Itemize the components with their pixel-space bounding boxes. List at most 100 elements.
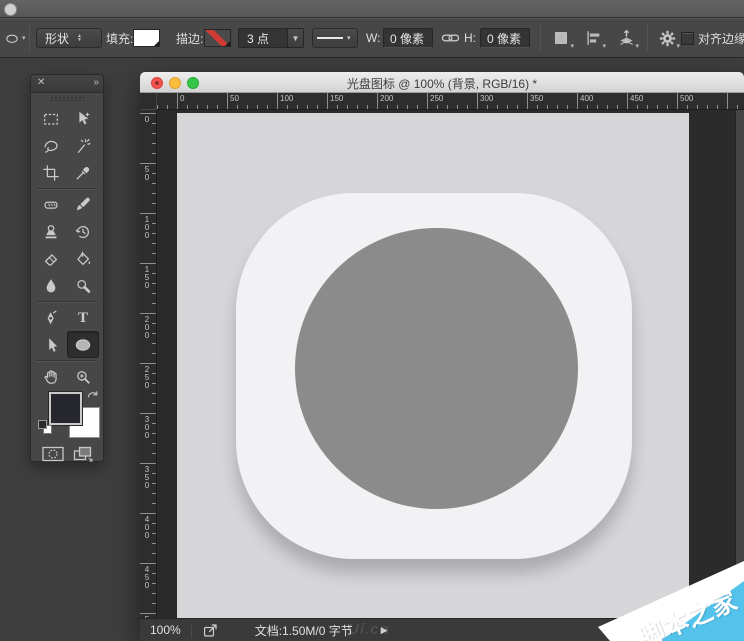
ruler-tick <box>357 105 358 109</box>
tool-history-brush[interactable] <box>67 218 99 245</box>
ruler-tick <box>152 393 156 394</box>
separator <box>191 623 192 638</box>
ruler-label: 500 <box>680 94 693 103</box>
default-colors-icon[interactable] <box>38 420 52 434</box>
tool-type[interactable]: T <box>67 304 99 331</box>
ruler-tick <box>387 105 388 109</box>
ruler-corner[interactable] <box>140 93 157 110</box>
tools-panel-header[interactable]: ✕ » <box>31 75 103 93</box>
tool-zoom[interactable] <box>67 363 99 390</box>
tool-eraser[interactable] <box>35 245 67 272</box>
width-value: 0 像素 <box>383 28 433 48</box>
ruler-tick <box>237 105 238 109</box>
ruler-label: 5 0 <box>143 166 151 182</box>
ruler-label: 3 5 0 <box>143 466 151 490</box>
tool-blur[interactable] <box>35 272 67 299</box>
path-operations-button[interactable]: ▾ <box>548 19 574 57</box>
ruler-label: 100 <box>280 94 293 103</box>
ruler-tick <box>317 105 318 109</box>
stroke-swatch[interactable] <box>204 19 231 57</box>
link-dimensions-button[interactable] <box>441 19 460 57</box>
ruler-label: 2 0 0 <box>143 316 151 340</box>
tool-hand[interactable] <box>35 363 67 390</box>
ruler-tick <box>667 105 668 109</box>
color-swatches <box>31 390 103 442</box>
tool-clone-stamp[interactable] <box>35 218 67 245</box>
app-titlebar-strip <box>0 0 744 18</box>
spot-healing-icon <box>42 196 60 214</box>
tool-lasso[interactable] <box>35 132 67 159</box>
ruler-tick <box>477 93 478 109</box>
chevron-down-icon: ▾ <box>22 34 26 42</box>
tool-rectangular-marquee[interactable] <box>35 105 67 132</box>
share-icon[interactable] <box>202 622 219 639</box>
document-window: 光盘图标 @ 100% (背景, RGB/16) * 0501001502002… <box>140 72 744 641</box>
panel-grip[interactable] <box>31 93 103 103</box>
ruler-label: 400 <box>580 94 593 103</box>
canvas-area[interactable] <box>157 110 744 618</box>
tool-ellipse-shape[interactable] <box>67 331 99 358</box>
vertical-ruler[interactable]: 05 01 0 01 5 02 0 02 5 03 0 03 5 04 0 04… <box>140 110 157 618</box>
ellipse-preset-icon <box>3 30 21 46</box>
tool-path-selection[interactable] <box>35 331 67 358</box>
close-icon[interactable]: ✕ <box>37 77 45 88</box>
ruler-tick <box>297 105 298 109</box>
zoom-level-field[interactable]: 100% <box>140 623 191 637</box>
document-titlebar[interactable]: 光盘图标 @ 100% (背景, RGB/16) * <box>140 72 744 93</box>
type-icon: T <box>78 309 88 327</box>
brush-icon <box>74 196 92 214</box>
tool-preset-picker[interactable]: ▾ <box>3 19 26 57</box>
tool-brush[interactable] <box>67 191 99 218</box>
path-arrange-button[interactable]: ▾ <box>613 19 639 57</box>
horizontal-ruler[interactable]: 050100150200250300350400450500 <box>157 93 744 110</box>
document-info: 文档:1.50M/0 字节 <box>255 622 353 639</box>
tool-eyedropper[interactable] <box>67 159 99 186</box>
shape-mode-dropdown[interactable]: 形状 ▲▼ <box>36 19 102 57</box>
ruler-tick <box>177 93 178 109</box>
ruler-tick <box>152 523 156 524</box>
ruler-label: 450 <box>630 94 643 103</box>
ruler-tick <box>152 253 156 254</box>
path-align-button[interactable]: ▾ <box>580 19 606 57</box>
ruler-tick <box>140 413 156 414</box>
move-icon <box>74 110 92 128</box>
pen-icon <box>42 309 60 327</box>
tool-paint-bucket[interactable] <box>67 245 99 272</box>
quick-mask-button[interactable] <box>41 445 65 463</box>
tool-pen[interactable] <box>35 304 67 331</box>
tool-magic-wand[interactable] <box>67 132 99 159</box>
ruler-tick <box>152 133 156 134</box>
ruler-tick <box>152 323 156 324</box>
ruler-label: 150 <box>330 94 343 103</box>
dodge-icon <box>74 277 92 295</box>
stroke-width-combo[interactable]: 3 点 ▼ <box>238 19 304 57</box>
ruler-tick <box>717 105 718 109</box>
stroke-type-dropdown[interactable]: ▾ <box>312 19 358 57</box>
tool-move[interactable] <box>67 105 99 132</box>
swap-colors-icon[interactable] <box>86 390 101 403</box>
ruler-tick <box>140 213 156 214</box>
align-edges-checkbox[interactable] <box>681 19 694 57</box>
clone-stamp-icon <box>42 223 60 241</box>
foreground-color-swatch[interactable] <box>49 392 82 425</box>
tool-spot-healing[interactable] <box>35 191 67 218</box>
tool-dodge[interactable] <box>67 272 99 299</box>
vertical-scrollbar[interactable] <box>735 110 744 618</box>
geometry-options-button[interactable]: ▾ <box>654 19 680 57</box>
tool-crop[interactable] <box>35 159 67 186</box>
disc-icon-circle[interactable] <box>295 228 578 509</box>
ruler-tick <box>152 573 156 574</box>
ruler-tick <box>140 563 156 564</box>
ruler-tick <box>517 105 518 109</box>
screen-mode-button[interactable] <box>72 445 94 463</box>
ruler-label: 350 <box>530 94 543 103</box>
ruler-tick <box>167 105 168 109</box>
ruler-tick <box>152 533 156 534</box>
width-field[interactable]: 0 像素 <box>383 19 433 57</box>
fill-swatch[interactable] <box>133 19 160 57</box>
canvas[interactable] <box>177 113 689 618</box>
collapse-panel-icon[interactable]: » <box>93 77 98 88</box>
window-button[interactable] <box>4 3 17 16</box>
height-field[interactable]: 0 像素 <box>480 19 530 57</box>
ruler-tick <box>447 105 448 109</box>
